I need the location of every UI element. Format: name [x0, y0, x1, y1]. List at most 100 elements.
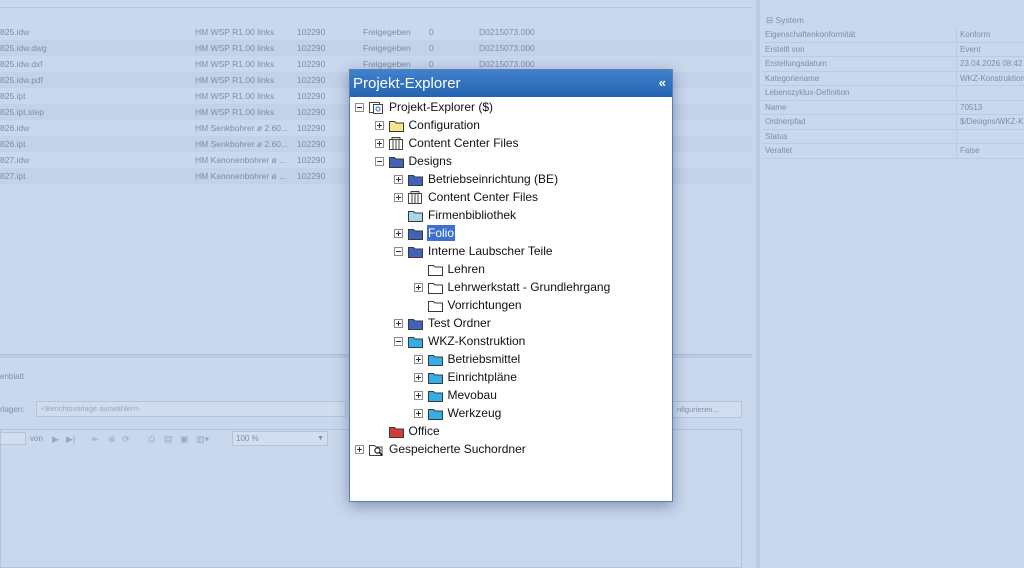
tree-node-mevobau[interactable]: Mevobau	[413, 386, 498, 404]
tree-node-configuration[interactable]: Configuration	[374, 116, 481, 134]
tree-node-folio[interactable]: Folio	[394, 224, 456, 242]
expand-icon[interactable]	[413, 390, 423, 400]
folder-icon	[408, 335, 427, 348]
tree-node-designs-content-center-files[interactable]: Content Center Files	[394, 188, 539, 206]
tree-node-lehrwerkstatt[interactable]: Lehrwerkstatt - Grundlehrgang	[413, 278, 612, 296]
collapse-icon[interactable]	[374, 156, 384, 166]
property-row[interactable]: Status	[762, 129, 1024, 144]
collapse-panel-icon[interactable]: «	[659, 70, 666, 97]
report-template-select[interactable]: <Berichtsvorlage auswählen>	[36, 401, 346, 417]
back-icon[interactable]: ⇤	[92, 434, 100, 445]
tree-node-werkzeug[interactable]: Werkzeug	[413, 404, 503, 422]
expand-icon[interactable]	[355, 444, 364, 454]
expand-icon[interactable]	[413, 282, 423, 292]
property-row[interactable]: Veraltet False	[762, 144, 1024, 159]
tree-node-content-center-files[interactable]: Content Center Files	[374, 134, 520, 152]
folder-icon	[427, 407, 447, 420]
page-setup-icon[interactable]: ▣	[180, 434, 189, 445]
system-group-header[interactable]: ⊟ System	[766, 15, 804, 26]
expand-icon[interactable]	[413, 354, 423, 364]
property-grid: Eigenschaftenkonformität Konform Erstellt …	[762, 28, 1024, 159]
tree-node-label: Office	[408, 424, 440, 438]
collapse-icon[interactable]	[394, 336, 403, 346]
table-cell-number: 102290	[297, 91, 326, 101]
property-row[interactable]: Kategoriename WKZ-Konstruktion	[762, 71, 1024, 86]
library-icon	[408, 190, 427, 204]
expand-icon[interactable]	[394, 192, 403, 202]
folder-icon	[408, 173, 427, 186]
tree-node-test-ordner[interactable]: Test Ordner	[394, 314, 492, 332]
tree-node-label: Projekt-Explorer ($)	[389, 100, 494, 114]
projekt-explorer-panel: Projekt-Explorer « Projekt-Explorer ($) C…	[349, 69, 673, 502]
expand-icon[interactable]	[374, 120, 384, 130]
tree-node-gespeicherte-suchordner[interactable]: Gespeicherte Suchordner	[355, 440, 527, 458]
property-row[interactable]: Eigenschaftenkonformität Konform	[762, 28, 1024, 43]
table-cell-file: 826.ipt	[0, 139, 26, 149]
folder-icon	[427, 299, 447, 312]
stop-icon[interactable]: ⊗	[108, 434, 116, 445]
lower-tab[interactable]: enblatt	[0, 372, 24, 381]
expand-icon[interactable]	[394, 174, 403, 184]
expand-icon[interactable]	[394, 318, 403, 328]
table-cell-number: 102290	[297, 155, 326, 165]
tree-node-betriebsmittel[interactable]: Betriebsmittel	[413, 350, 522, 368]
table-row[interactable]: 825.idw.dwg HM WSP R1.00 links 102290 Freig…	[0, 40, 752, 56]
tree-node-firmenbibliothek[interactable]: Firmenbibliothek	[394, 206, 517, 224]
expand-icon[interactable]	[413, 372, 423, 382]
next-page-icon[interactable]: ▶	[52, 434, 59, 445]
tree-node-label: Lehren	[447, 262, 485, 276]
refresh-icon[interactable]: ⟳	[122, 434, 130, 445]
tree-node-einrichtplaene[interactable]: Einrichtpläne	[413, 368, 518, 386]
tree-node-label: Vorrichtungen	[447, 298, 522, 312]
property-value: 23.04.2026 08:42	[956, 57, 1022, 71]
table-cell-name: HM WSP R1.00 links	[195, 75, 275, 85]
property-row[interactable]: Erstellt von Event	[762, 42, 1024, 57]
property-row[interactable]: Ordnerpfad $/Designs/WKZ-K...	[762, 115, 1024, 130]
tree-node-wkz-konstruktion[interactable]: WKZ-Konstruktion	[394, 332, 526, 350]
table-cell-number: 102290	[297, 27, 326, 37]
collapse-icon[interactable]	[355, 102, 364, 112]
tree-node-label: WKZ-Konstruktion	[428, 334, 526, 348]
table-cell-number: 102290	[297, 171, 326, 181]
expand-icon[interactable]	[374, 138, 384, 148]
panel-title-bar: Projekt-Explorer «	[350, 70, 672, 97]
table-cell-name: HM Kanonenbohrer ø ...	[195, 155, 287, 165]
tree-node-lehren[interactable]: Lehren	[414, 260, 486, 278]
page-number-input[interactable]	[0, 432, 26, 445]
property-value: 70513	[956, 100, 982, 115]
tree-node-label: Mevobau	[447, 388, 497, 402]
property-key: Status	[765, 131, 788, 141]
table-cell-name: HM WSP R1.00 links	[195, 91, 275, 101]
property-row[interactable]: Erstellungsdatum 23.04.2026 08:42	[762, 57, 1024, 72]
print-icon[interactable]: ⎙	[148, 434, 155, 445]
tree-node-interne-laubscher-teile[interactable]: Interne Laubscher Teile	[394, 242, 554, 260]
collapse-icon[interactable]	[394, 246, 403, 256]
table-cell-name: HM WSP R1.00 links	[195, 107, 275, 117]
layout-icon[interactable]: ▤	[164, 434, 173, 445]
tree-node-root[interactable]: Projekt-Explorer ($)	[355, 98, 494, 116]
configure-button[interactable]: nfigurieren...	[672, 401, 742, 418]
tree-node-label: Configuration	[408, 118, 480, 132]
collapse-icon[interactable]: ⊟	[766, 15, 773, 25]
property-row[interactable]: Lebenszyklus-Definition	[762, 86, 1024, 101]
panel-title: Projekt-Explorer	[353, 75, 461, 92]
property-key: Erstellt von	[765, 44, 805, 54]
tree-node-office[interactable]: Office	[375, 422, 441, 440]
property-row[interactable]: Name 70513	[762, 100, 1024, 115]
last-page-icon[interactable]: ▶|	[66, 434, 75, 445]
folder-icon	[408, 317, 427, 330]
folder-icon	[388, 155, 408, 168]
tree-node-vorrichtungen[interactable]: Vorrichtungen	[414, 296, 523, 314]
tree-node-betriebseinrichtung[interactable]: Betriebseinrichtung (BE)	[394, 170, 559, 188]
zoom-select[interactable]: 100 % ▼	[232, 431, 328, 446]
export-icon[interactable]: ▥▾	[196, 434, 209, 445]
property-value	[956, 129, 960, 144]
table-row[interactable]: 825.idw HM WSP R1.00 links 102290 Freigegeb…	[0, 24, 752, 40]
tree-node-designs[interactable]: Designs	[374, 152, 453, 170]
zoom-value: 100 %	[236, 434, 259, 443]
property-value	[956, 86, 960, 100]
expand-icon[interactable]	[413, 408, 423, 418]
property-key: Ordnerpfad	[765, 117, 806, 126]
property-key: Lebenszyklus-Definition	[765, 88, 850, 97]
expand-icon[interactable]	[394, 228, 403, 238]
